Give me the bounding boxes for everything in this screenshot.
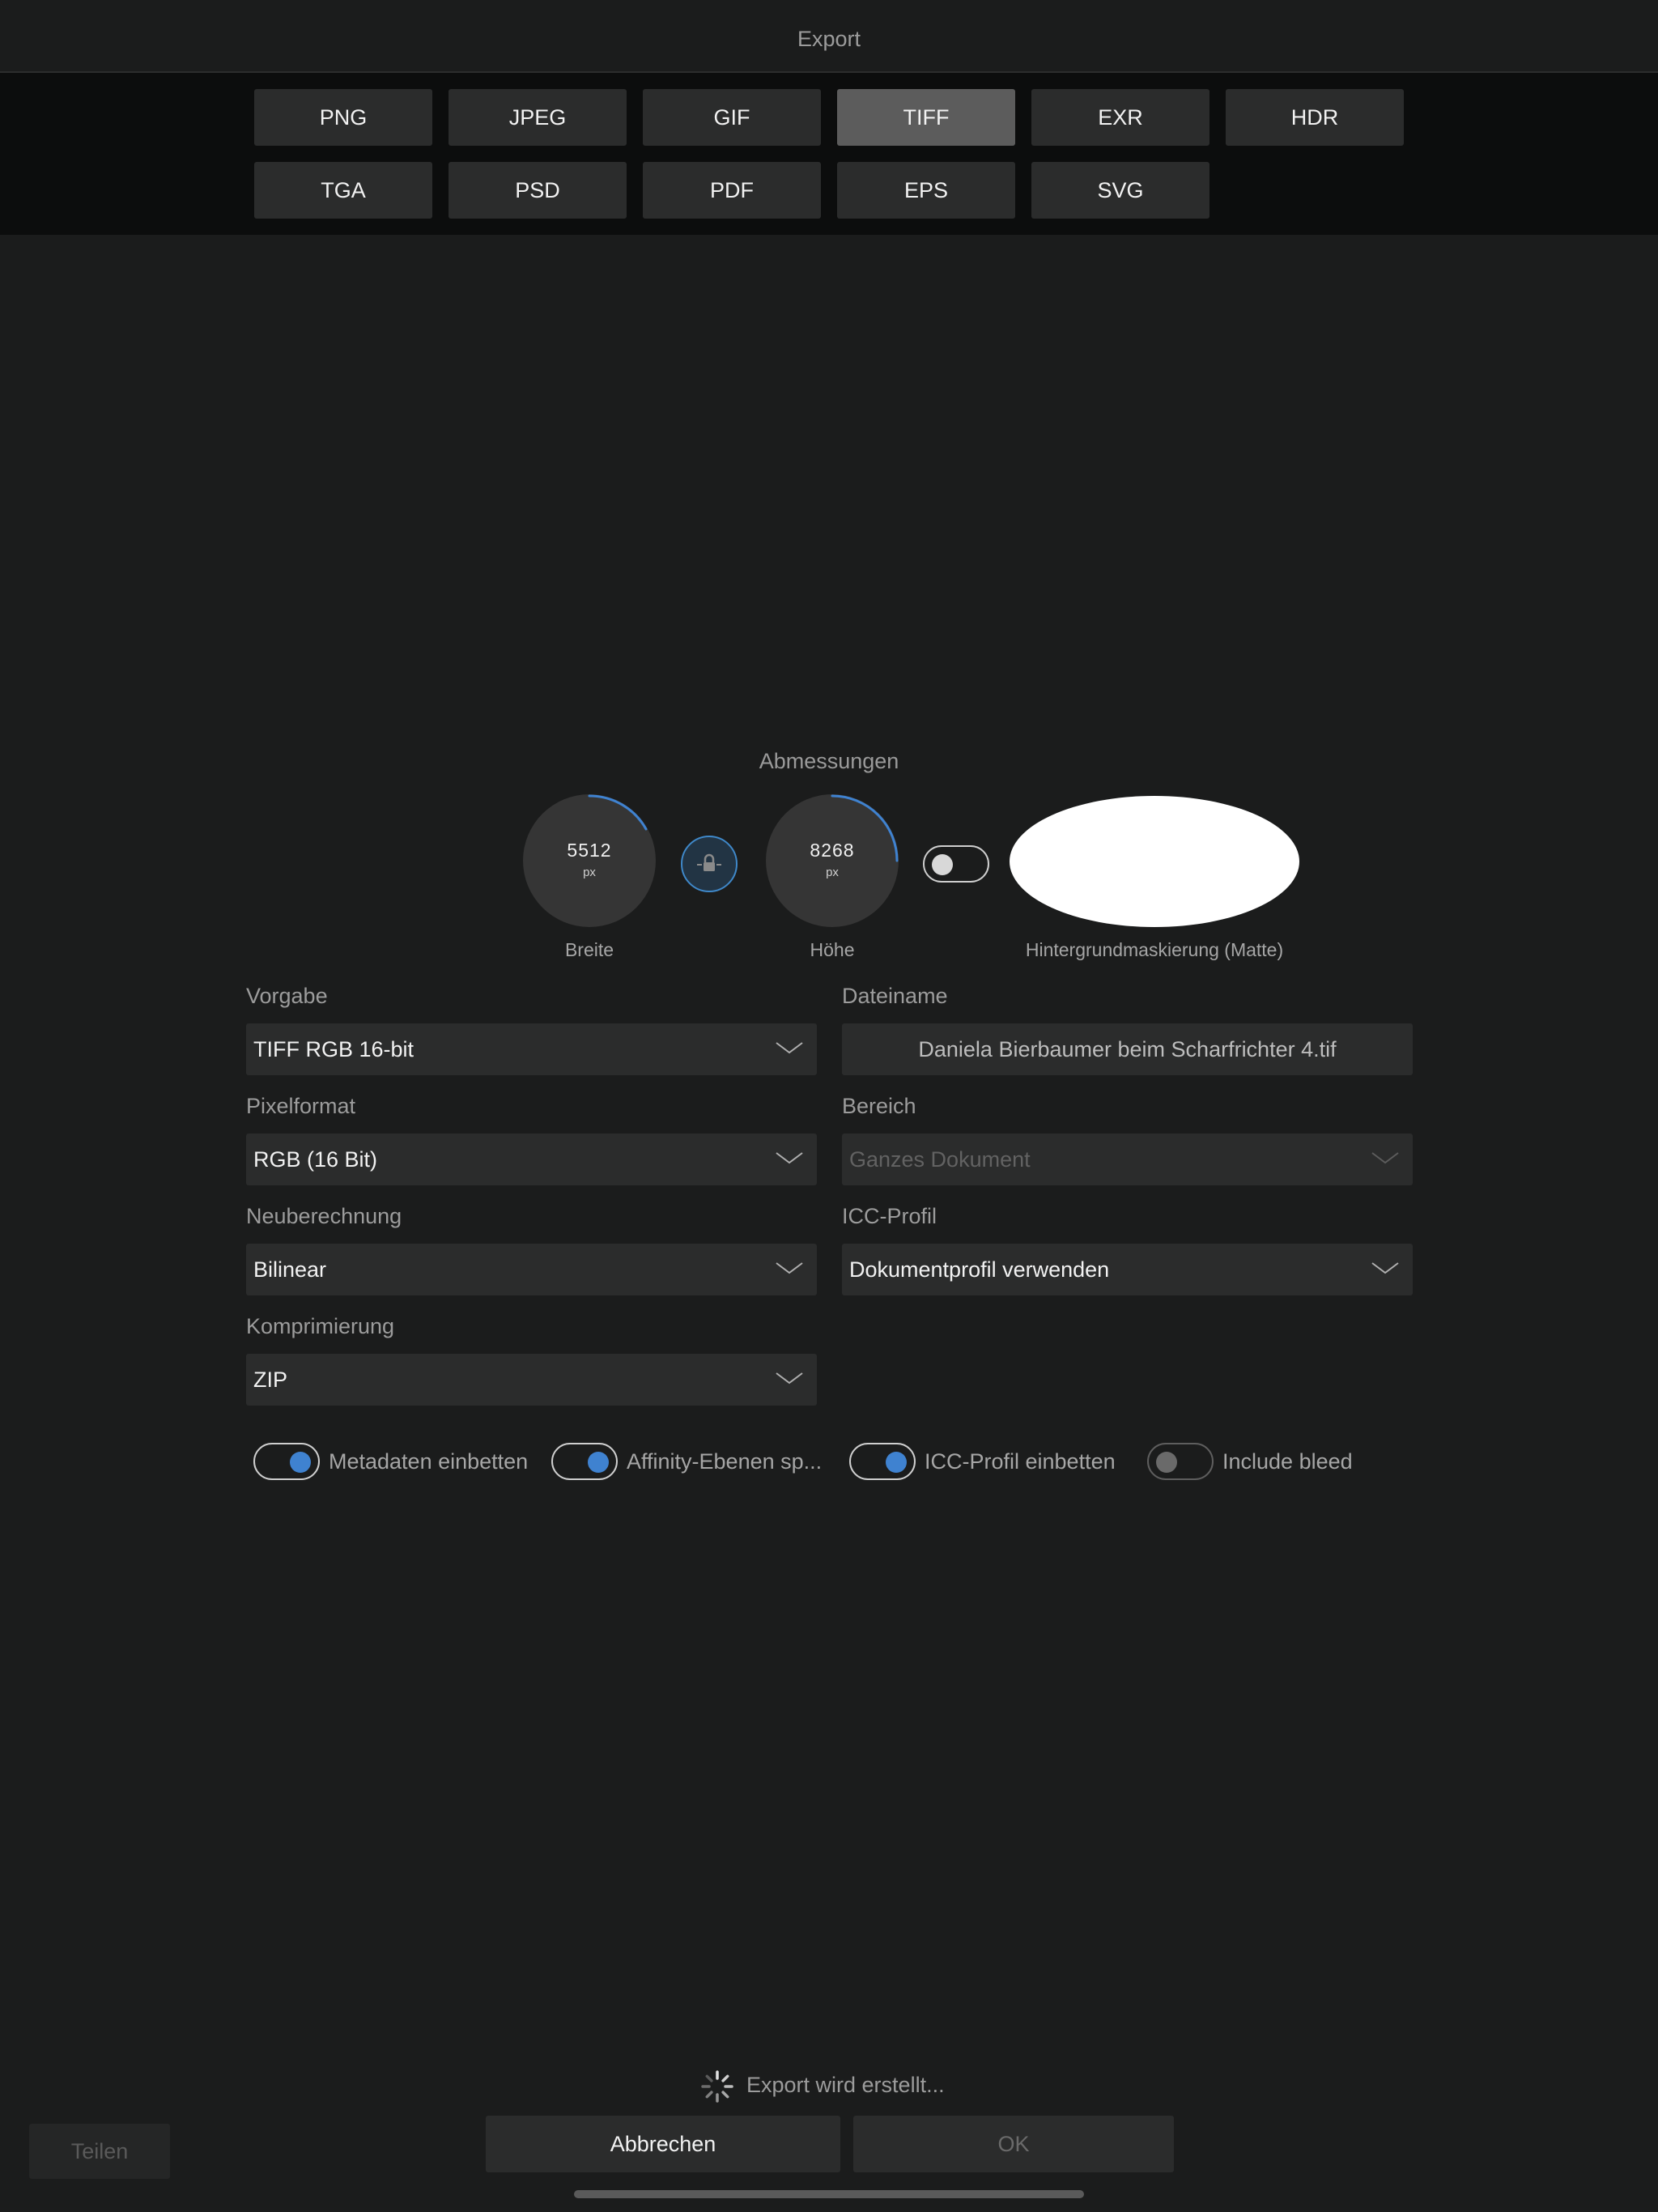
chevron-down-icon: [1371, 1262, 1399, 1274]
height-label: Höhe: [810, 939, 855, 960]
icc-profile-dropdown[interactable]: Dokumentprofil verwenden: [842, 1244, 1413, 1295]
format-button-exr[interactable]: EXR: [1031, 89, 1209, 146]
pixel-format-dropdown[interactable]: RGB (16 Bit): [246, 1134, 817, 1185]
height-unit: px: [826, 866, 839, 879]
height-value: 8268: [810, 840, 855, 861]
compression-dropdown[interactable]: ZIP: [246, 1354, 817, 1406]
chevron-down-icon: [776, 1372, 803, 1385]
matte-toggle[interactable]: [923, 845, 989, 883]
icc-profile-label: ICC-Profil: [842, 1204, 937, 1228]
toggle-knob: [932, 854, 953, 875]
format-selector: PNG JPEG GIF TIFF EXR HDR TGA PSD PDF EP…: [0, 73, 1658, 235]
embed-metadata-toggle[interactable]: [253, 1443, 320, 1480]
icc-profile-value: Dokumentprofil verwenden: [849, 1257, 1110, 1282]
chevron-down-icon: [776, 1152, 803, 1164]
embed-icc-label: ICC-Profil einbetten: [925, 1449, 1116, 1474]
resampling-dropdown[interactable]: Bilinear: [246, 1244, 817, 1295]
toggle-knob: [1156, 1452, 1177, 1473]
height-dial[interactable]: 8268 px: [766, 794, 899, 927]
affinity-layers-label: Affinity-Ebenen sp...: [627, 1449, 823, 1474]
area-value: Ganzes Dokument: [849, 1147, 1031, 1172]
lock-icon: [697, 853, 721, 871]
embed-metadata-label: Metadaten einbetten: [329, 1449, 529, 1474]
ok-button: OK: [853, 2116, 1174, 2172]
format-button-tga[interactable]: TGA: [254, 162, 432, 219]
filename-value: Daniela Bierbaumer beim Scharfrichter 4.…: [918, 1037, 1337, 1061]
filename-label: Dateiname: [842, 984, 948, 1008]
format-button-jpeg[interactable]: JPEG: [449, 89, 627, 146]
chevron-down-icon: [776, 1262, 803, 1274]
resampling-label: Neuberechnung: [246, 1204, 402, 1228]
width-value: 5512: [567, 840, 612, 861]
pixel-format-value: RGB (16 Bit): [253, 1147, 378, 1172]
share-button: Teilen: [29, 2124, 170, 2179]
toggle-knob: [886, 1452, 907, 1473]
include-bleed-label: Include bleed: [1222, 1449, 1353, 1474]
home-indicator[interactable]: [574, 2190, 1084, 2198]
pixel-format-label: Pixelformat: [246, 1094, 356, 1118]
embed-icc-toggle[interactable]: [849, 1443, 916, 1480]
chevron-down-icon: [1371, 1152, 1399, 1164]
cancel-button[interactable]: Abbrechen: [486, 2116, 840, 2172]
preset-label: Vorgabe: [246, 984, 328, 1008]
format-button-hdr[interactable]: HDR: [1226, 89, 1404, 146]
filename-input[interactable]: Daniela Bierbaumer beim Scharfrichter 4.…: [842, 1023, 1413, 1075]
preset-value: TIFF RGB 16-bit: [253, 1037, 414, 1061]
format-button-tiff[interactable]: TIFF: [837, 89, 1015, 146]
compression-value: ZIP: [253, 1368, 288, 1392]
format-button-gif[interactable]: GIF: [643, 89, 821, 146]
aspect-lock-button[interactable]: [681, 836, 738, 892]
include-bleed-toggle[interactable]: [1147, 1443, 1214, 1480]
format-button-pdf[interactable]: PDF: [643, 162, 821, 219]
width-dial[interactable]: 5512 px: [523, 794, 656, 927]
matte-color-swatch[interactable]: [1010, 796, 1299, 927]
width-label: Breite: [564, 939, 614, 960]
format-button-png[interactable]: PNG: [254, 89, 432, 146]
toggle-knob: [588, 1452, 609, 1473]
export-status: Export wird erstellt...: [746, 2073, 945, 2097]
resampling-value: Bilinear: [253, 1257, 327, 1282]
matte-label: Hintergrundmaskierung (Matte): [1025, 939, 1284, 960]
compression-label: Komprimierung: [246, 1314, 395, 1338]
dimensions-title: Abmessungen: [759, 749, 899, 773]
format-button-svg[interactable]: SVG: [1031, 162, 1209, 219]
format-button-psd[interactable]: PSD: [449, 162, 627, 219]
chevron-down-icon: [776, 1042, 803, 1054]
area-dropdown: Ganzes Dokument: [842, 1134, 1413, 1185]
affinity-layers-toggle[interactable]: [551, 1443, 618, 1480]
toggle-knob: [290, 1452, 311, 1473]
width-unit: px: [583, 866, 596, 879]
preset-dropdown[interactable]: TIFF RGB 16-bit: [246, 1023, 817, 1075]
loading-spinner-icon: [701, 2070, 733, 2103]
format-button-eps[interactable]: EPS: [837, 162, 1015, 219]
dialog-title: Export: [797, 27, 861, 51]
area-label: Bereich: [842, 1094, 916, 1118]
